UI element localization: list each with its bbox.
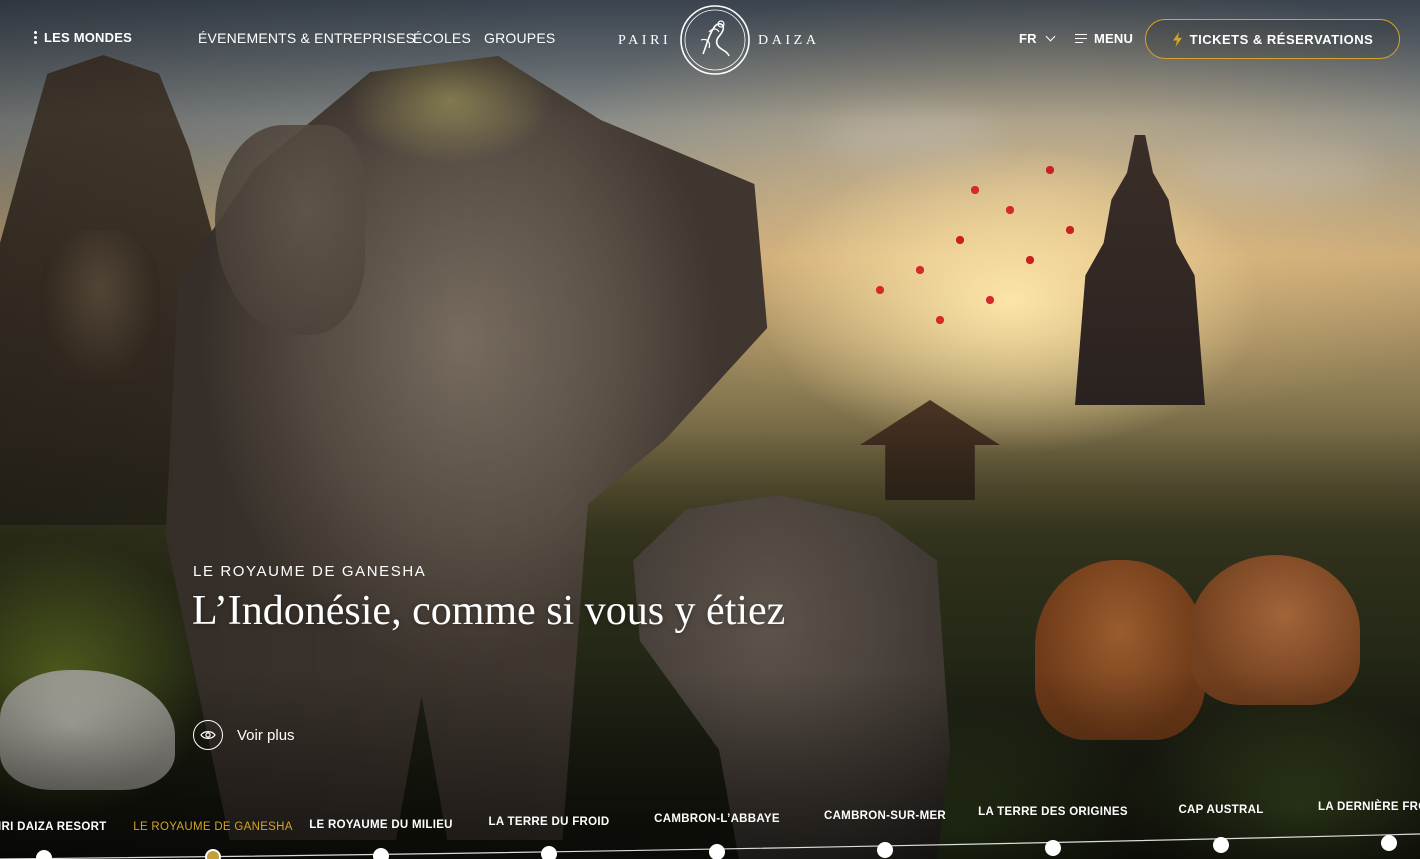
timeline-world-1[interactable]: LE ROYAUME DE GANESHA [133,821,292,833]
dots-vertical-icon [34,31,38,44]
logo-emblem-icon [680,5,750,75]
logo-word-left: PAIRI [618,33,672,48]
voir-plus-label: Voir plus [237,726,295,744]
nav-ecoles[interactable]: ÉCOLES [413,30,471,46]
menu-label: MENU [1094,31,1134,46]
timeline-world-8[interactable]: LA DERNIÈRE FRO [1318,801,1420,813]
timeline-dot-7[interactable] [1213,837,1229,853]
timeline-dot-0[interactable] [36,850,52,859]
site-header: LES MONDES ÉVENEMENTS & ENTREPRISES ÉCOL… [0,0,1420,80]
voir-plus-button[interactable]: Voir plus [193,720,295,750]
eye-icon [193,720,223,750]
timeline-world-3[interactable]: LA TERRE DU FROID [489,816,610,828]
timeline-world-5[interactable]: CAMBRON-SUR-MER [824,810,946,822]
nav-evenements-entreprises[interactable]: ÉVENEMENTS & ENTREPRISES [198,30,415,46]
les-mondes-button[interactable]: LES MONDES [34,30,132,45]
chevron-down-icon [1045,31,1056,42]
timeline-world-2[interactable]: LE ROYAUME DU MILIEU [309,819,453,831]
language-selector[interactable]: FR [1019,31,1056,46]
timeline-dot-4[interactable] [709,844,725,859]
timeline-world-0[interactable]: IRI DAIZA RESORT [0,821,107,833]
worlds-timeline: IRI DAIZA RESORT LE ROYAUME DE GANESHA LE … [0,790,1420,859]
nav-groupes[interactable]: GROUPES [484,30,555,46]
tickets-reservations-button[interactable]: TICKETS & RÉSERVATIONS [1145,19,1400,59]
hero-headline: L’Indonésie, comme si vous y étiez [192,588,786,634]
pairi-daiza-logo[interactable]: PAIRI DAIZA [616,4,820,76]
timeline-world-4[interactable]: CAMBRON-L’ABBAYE [654,813,780,825]
hero-kicker: LE ROYAUME DE GANESHA [193,563,427,580]
les-mondes-label: LES MONDES [44,30,132,45]
menu-button[interactable]: MENU [1075,31,1133,46]
tickets-label: TICKETS & RÉSERVATIONS [1189,31,1374,47]
timeline-dot-2[interactable] [373,848,389,859]
hamburger-icon [1075,34,1087,43]
timeline-dot-6[interactable] [1045,840,1061,856]
bolt-icon [1172,31,1182,47]
logo-word-right: DAIZA [758,33,820,48]
timeline-world-6[interactable]: LA TERRE DES ORIGINES [978,806,1128,818]
language-label: FR [1019,31,1037,46]
timeline-dot-5[interactable] [877,842,893,858]
timeline-world-7[interactable]: CAP AUSTRAL [1178,804,1263,816]
timeline-dot-1[interactable] [205,849,221,859]
timeline-dot-8[interactable] [1381,835,1397,851]
timeline-dot-3[interactable] [541,846,557,859]
